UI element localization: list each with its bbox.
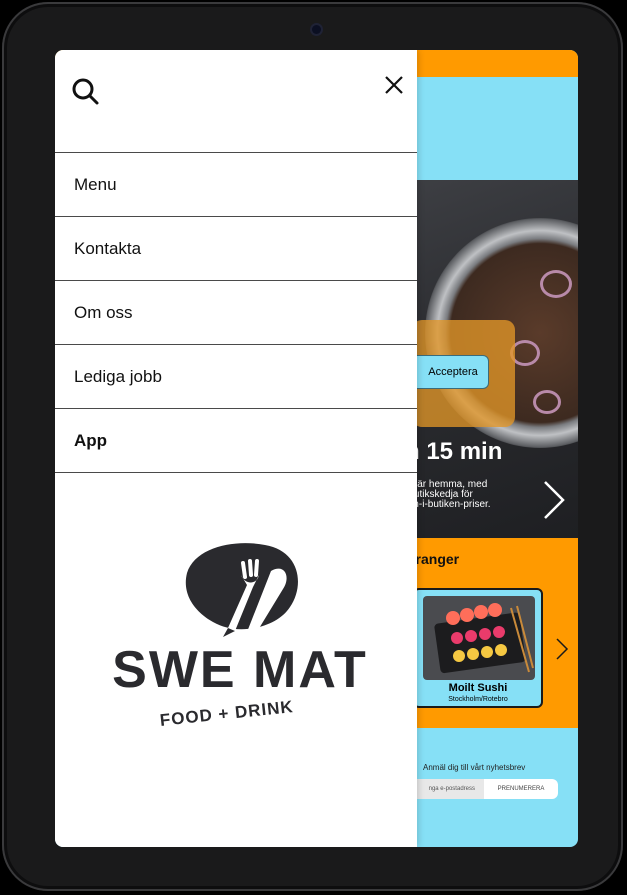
search-icon[interactable] bbox=[70, 76, 100, 106]
newsletter-subscribe-button[interactable]: PRENUMERERA bbox=[484, 779, 558, 799]
side-drawer: Menu Kontakta Om oss Lediga jobb App SWE… bbox=[55, 50, 417, 847]
screen: Acceptera n 15 min er där hemma, med a b… bbox=[55, 50, 578, 847]
front-camera bbox=[312, 25, 321, 34]
newsletter-label: Anmäl dig till vårt nyhetsbrev bbox=[423, 763, 526, 772]
onion-ring-image bbox=[540, 270, 572, 298]
menu-item-app[interactable]: App bbox=[55, 408, 417, 472]
fork-knife-logo-icon bbox=[185, 543, 298, 637]
hero-text-line: som-i-butiken-priser. bbox=[400, 499, 491, 510]
chevron-right-icon[interactable] bbox=[553, 636, 571, 662]
swe-mat-logo: SWE MAT FOOD + DRINK bbox=[95, 535, 385, 750]
onion-ring-image bbox=[533, 390, 561, 414]
menu-item-lediga-jobb[interactable]: Lediga jobb bbox=[55, 344, 417, 408]
close-icon[interactable] bbox=[382, 73, 406, 97]
hero-text: er där hemma, med a butikskedja för som-… bbox=[400, 480, 530, 510]
card-subtitle: Stockholm/Rotebro bbox=[448, 696, 508, 703]
hero-title: n 15 min bbox=[405, 438, 503, 465]
restaurant-card[interactable]: Moilt Sushi Stockholm/Rotebro bbox=[413, 588, 543, 708]
logo-tagline: FOOD + DRINK bbox=[158, 697, 295, 730]
menu-item-om-oss[interactable]: Om oss bbox=[55, 280, 417, 344]
drawer-menu: Menu Kontakta Om oss Lediga jobb App bbox=[55, 152, 417, 473]
tablet-frame: Acceptera n 15 min er där hemma, med a b… bbox=[2, 2, 623, 891]
card-title: Moilt Sushi bbox=[448, 682, 508, 694]
logo-title: SWE MAT bbox=[112, 641, 368, 699]
cookie-accept-button[interactable]: Acceptera bbox=[405, 355, 489, 389]
menu-divider bbox=[55, 472, 417, 473]
sushi-image bbox=[423, 596, 535, 680]
chevron-right-icon[interactable] bbox=[537, 478, 567, 522]
menu-item-kontakta[interactable]: Kontakta bbox=[55, 216, 417, 280]
menu-item-menu[interactable]: Menu bbox=[55, 152, 417, 216]
